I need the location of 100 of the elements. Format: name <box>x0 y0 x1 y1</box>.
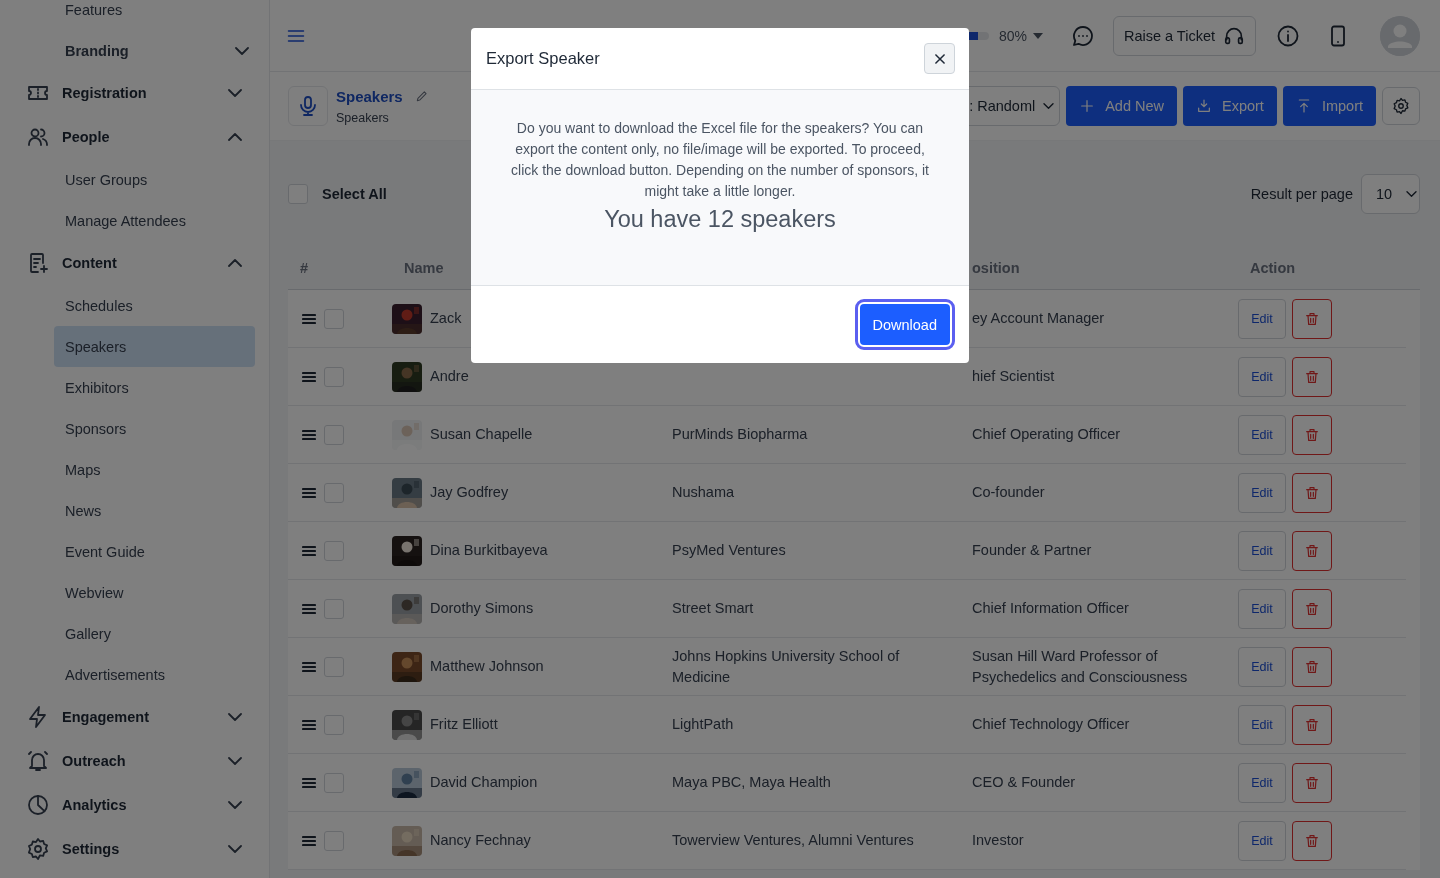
edit-button[interactable]: Edit <box>1238 356 1286 397</box>
close-icon <box>932 51 947 66</box>
position-cell-text: hief Scientist <box>972 367 1056 386</box>
chevron-down-icon <box>228 757 242 765</box>
chevron-down-icon <box>228 713 242 721</box>
edit-button[interactable]: Edit <box>1238 298 1286 339</box>
delete-button[interactable] <box>1292 588 1332 629</box>
progress-reading: 80% <box>998 27 1027 44</box>
position-cell-text: CEO & Founder <box>972 773 1077 792</box>
edit-button[interactable]: Edit <box>1238 820 1286 861</box>
pie-chart-icon <box>26 793 50 817</box>
sidebar-section[interactable]: Engagement <box>26 695 255 739</box>
sidebar-item[interactable]: User Groups <box>54 159 255 200</box>
modal-message: Do you want to download the Excel file for the speakers? You can export the content only, no file/image will be exported. To proceed, click the download button. Depending on the number of sponsors, it might take a little longer. <box>510 119 930 201</box>
select-all-label: Select All <box>322 186 387 202</box>
plus-icon <box>1079 98 1096 114</box>
close-button[interactable] <box>924 43 955 74</box>
position-cell-text: Co-founder <box>972 483 1046 502</box>
sidebar-item[interactable]: Schedules <box>54 285 255 326</box>
position-cell-text: Susan Hill Ward Professor of Psychedelics and Consciousness <box>972 646 1189 687</box>
column-header: # <box>299 260 310 276</box>
drag-handle-icon <box>302 602 316 615</box>
per-page-select[interactable]: 10 <box>1361 174 1420 214</box>
trash-icon <box>1304 658 1320 675</box>
company-cell-text: PurMinds Biopharma <box>672 425 809 444</box>
page-title: Speakers <box>336 87 403 105</box>
sidebar-item[interactable]: Maps <box>54 449 255 490</box>
sidebar-item[interactable]: Advertisements <box>54 654 255 695</box>
sidebar-item[interactable]: Event Guide <box>54 531 255 572</box>
delete-button[interactable] <box>1292 646 1332 687</box>
settings-icon <box>1392 97 1410 115</box>
company-cell-text: Johns Hopkins University School of Medicine <box>672 646 901 687</box>
trash-icon <box>1304 310 1320 327</box>
sidebar-section[interactable]: Registration <box>26 71 255 115</box>
drag-handle-icon <box>302 428 316 441</box>
edit-button[interactable]: Edit <box>1238 588 1286 629</box>
delete-button[interactable] <box>1292 356 1332 397</box>
delete-button[interactable] <box>1292 414 1332 455</box>
company-cell-text: PsyMed Ventures <box>672 541 787 560</box>
sidebar-item[interactable]: Branding <box>54 30 255 71</box>
delete-button[interactable] <box>1292 298 1332 339</box>
speaker-name: David Champion <box>430 773 539 792</box>
sidebar-section[interactable]: Analytics <box>26 783 255 827</box>
toolbar-button[interactable]: Import <box>1282 86 1376 126</box>
chat-bubble-icon <box>1070 23 1095 48</box>
sidebar-section[interactable]: Outreach <box>26 739 255 783</box>
delete-button[interactable] <box>1292 762 1332 803</box>
trash-icon <box>1304 774 1320 791</box>
edit-button[interactable]: Edit <box>1238 704 1286 745</box>
edit-button[interactable]: Edit <box>1238 530 1286 571</box>
edit-button[interactable]: Edit <box>1238 472 1286 513</box>
speaker-count: You have 12 speakers <box>603 206 837 233</box>
sidebar-item[interactable]: Gallery <box>54 613 255 654</box>
toolbar-button[interactable]: Export <box>1183 86 1277 126</box>
speaker-name: Fritz Elliott <box>430 715 499 734</box>
chevron-down-icon <box>228 89 242 97</box>
delete-button[interactable] <box>1292 820 1332 861</box>
edit-button[interactable]: Edit <box>1238 646 1286 687</box>
sidebar-section[interactable]: Content <box>26 241 255 285</box>
position-cell-text: Chief Information Officer <box>972 599 1130 618</box>
column-header: Action <box>1249 260 1297 276</box>
speaker-name: Jay Godfrey <box>430 483 510 502</box>
speaker-name: Dorothy Simons <box>430 599 535 618</box>
sidebar-item[interactable]: News <box>54 490 255 531</box>
sidebar-section[interactable]: Settings <box>26 827 255 871</box>
sidebar-section[interactable]: People <box>26 115 255 159</box>
speaker-name: Andre <box>430 367 470 386</box>
speaker-name: Nancy Fechnay <box>430 831 532 850</box>
trash-icon <box>1304 716 1320 733</box>
position-cell-text: Chief Technology Officer <box>972 715 1131 734</box>
settings-button[interactable] <box>1382 87 1420 125</box>
chevron-down-icon <box>1043 103 1055 109</box>
modal-title: Export Speaker <box>486 49 600 68</box>
raise-ticket-button[interactable]: Raise a Ticket <box>1112 15 1256 56</box>
position-cell-text: Chief Operating Officer <box>972 425 1122 444</box>
sidebar-item[interactable]: Features <box>54 0 255 30</box>
edit-button[interactable]: Edit <box>1238 414 1286 455</box>
caret-down-icon <box>1032 32 1043 39</box>
delete-button[interactable] <box>1292 530 1332 571</box>
delete-button[interactable] <box>1292 472 1332 513</box>
edit-button[interactable]: Edit <box>1238 762 1286 803</box>
sidebar-item[interactable]: Manage Attendees <box>54 200 255 241</box>
company-cell-text: LightPath <box>672 715 735 734</box>
download-tray-icon <box>1196 98 1212 114</box>
chevron-down-icon <box>1406 191 1418 197</box>
trash-icon <box>1304 600 1320 617</box>
speaker-name: Susan Chapelle <box>430 425 534 444</box>
company-cell-text: Maya PBC, Maya Health <box>672 773 832 792</box>
speaker-name: Zack <box>430 309 463 328</box>
trash-icon <box>1304 484 1320 501</box>
info-icon <box>1276 23 1300 48</box>
trash-icon <box>1304 832 1320 849</box>
sidebar-item[interactable]: Webview <box>54 572 255 613</box>
toolbar-button[interactable]: Add New <box>1066 86 1177 126</box>
sidebar-item[interactable]: Speakers <box>54 326 255 367</box>
delete-button[interactable] <box>1292 704 1332 745</box>
sidebar-item[interactable]: Exhibitors <box>54 367 255 408</box>
sidebar-item[interactable]: Sponsors <box>54 408 255 449</box>
chevron-down-icon <box>228 801 242 809</box>
drag-handle-icon <box>302 660 316 673</box>
